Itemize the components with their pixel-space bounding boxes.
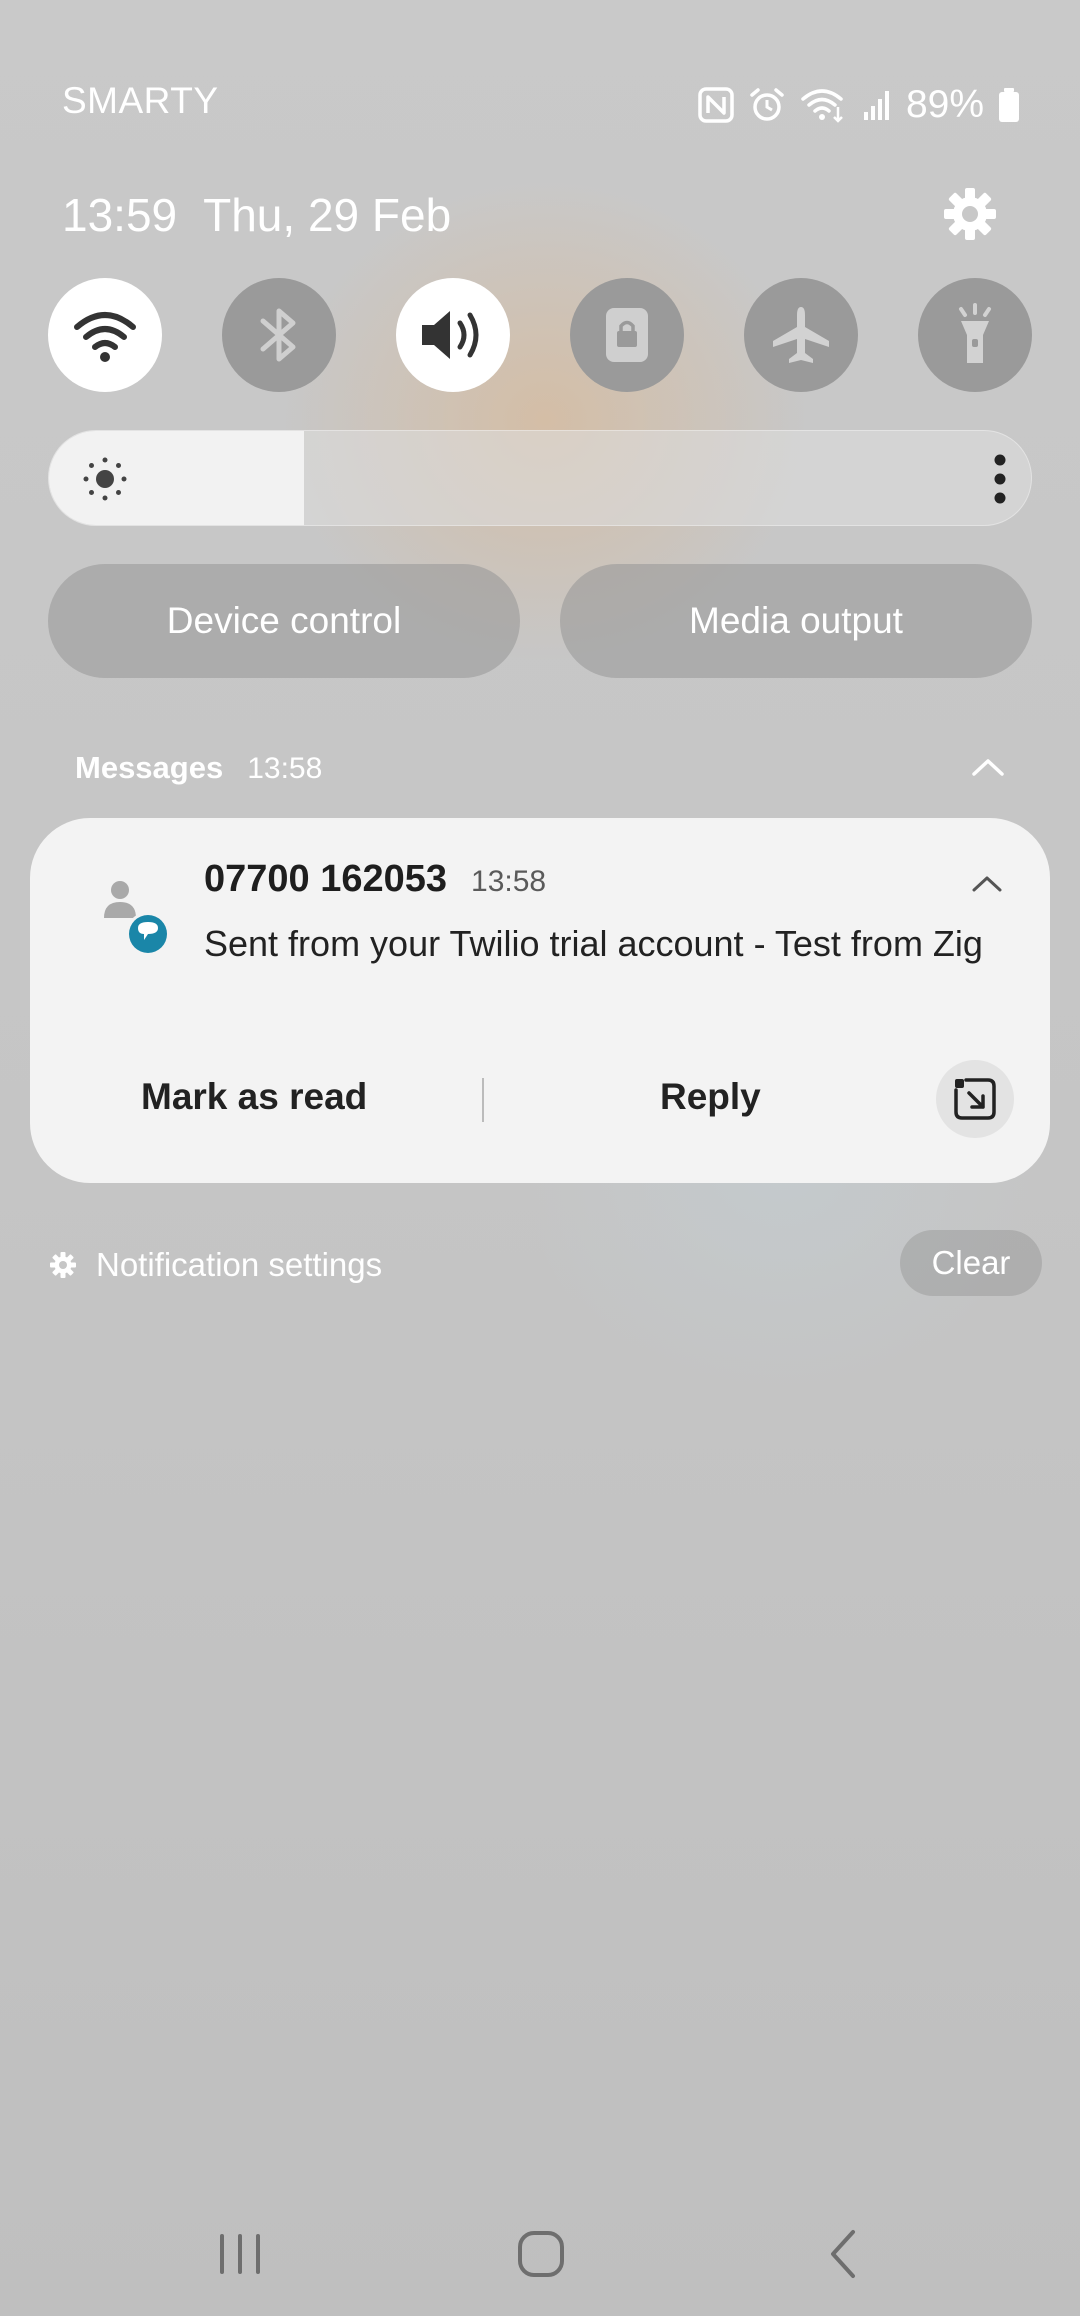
home-icon[interactable]: [511, 2226, 571, 2282]
chevron-up-icon[interactable]: [968, 870, 1006, 898]
bluetooth-icon: [260, 308, 296, 362]
portrait-lock-icon: [606, 308, 648, 362]
back-icon[interactable]: [815, 2226, 875, 2282]
notification-settings-label: Notification settings: [96, 1246, 383, 1283]
notification-title-row: 07700 162053 13:58: [204, 858, 546, 901]
flashlight-toggle[interactable]: [918, 278, 1032, 392]
airplane-mode-toggle[interactable]: [744, 278, 858, 392]
nfc-icon: [698, 87, 734, 123]
notification-group-header: Messages 13:58: [75, 750, 322, 786]
signal-icon: [863, 91, 889, 120]
carrier-name: SMARTY: [62, 80, 219, 121]
wifi-toggle[interactable]: [48, 278, 162, 392]
battery-percentage: 89%: [905, 83, 984, 126]
device-control-button[interactable]: Device control: [48, 564, 520, 678]
settings-gear-icon[interactable]: [940, 184, 1000, 244]
clock-date: 13:59 Thu, 29 Feb: [62, 188, 451, 242]
wifi-icon: [74, 312, 136, 362]
message-time: 13:58: [471, 865, 547, 898]
chevron-up-icon[interactable]: [968, 752, 1008, 782]
volume-icon: [422, 311, 479, 359]
sun-icon: [81, 455, 129, 503]
contact-avatar: [100, 878, 180, 958]
group-time: 13:58: [247, 752, 323, 785]
recent-apps-icon[interactable]: [210, 2226, 270, 2282]
message-body: Sent from your Twilio trial account - Te…: [204, 923, 983, 964]
action-divider: [482, 1078, 484, 1122]
alarm-icon: [750, 88, 784, 121]
open-popup-button[interactable]: [936, 1060, 1014, 1138]
popup-view-icon: [954, 1078, 996, 1120]
more-options-icon[interactable]: [993, 453, 1007, 505]
screen-lock-toggle[interactable]: [570, 278, 684, 392]
notification-card[interactable]: 07700 162053 13:58 Sent from your Twilio…: [30, 818, 1050, 1183]
brightness-slider[interactable]: [48, 430, 1032, 526]
status-icons: 89%: [698, 82, 1020, 128]
group-app-name: Messages: [75, 750, 224, 785]
date-text: Thu, 29 Feb: [203, 189, 452, 241]
sender-number: 07700 162053: [204, 858, 448, 900]
battery-icon: [999, 88, 1019, 122]
gear-icon: [50, 1252, 76, 1278]
notification-settings-link[interactable]: Notification settings: [48, 1246, 382, 1284]
airplane-icon: [773, 307, 829, 363]
wifi-calling-icon: [801, 89, 843, 123]
clear-button[interactable]: Clear: [900, 1230, 1042, 1296]
clock-time: 13:59: [62, 189, 178, 241]
mark-as-read-button[interactable]: Mark as read: [141, 1076, 367, 1118]
media-output-button[interactable]: Media output: [560, 564, 1032, 678]
reply-button[interactable]: Reply: [660, 1076, 761, 1118]
sound-toggle[interactable]: [396, 278, 510, 392]
flashlight-icon: [959, 303, 991, 363]
bluetooth-toggle[interactable]: [222, 278, 336, 392]
